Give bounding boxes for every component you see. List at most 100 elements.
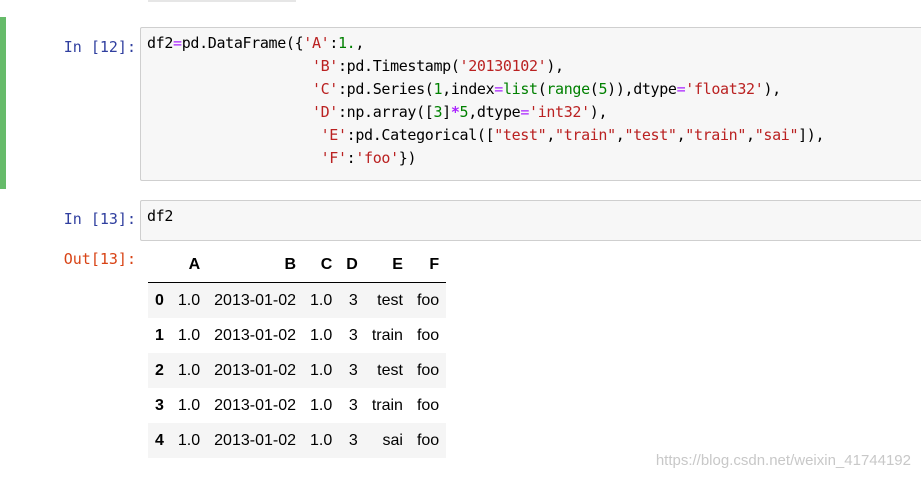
code-token: "train": [555, 126, 616, 144]
table-cell: 3: [348, 431, 358, 449]
table-cell: 3: [348, 326, 358, 344]
table-cell: test: [377, 361, 403, 379]
code-token: df2: [147, 34, 174, 52]
code-token: 1.: [338, 34, 356, 52]
table-cell: 1.0: [310, 431, 333, 449]
table-cell: 3: [348, 396, 358, 414]
code-token: 'D': [311, 103, 338, 121]
code-cell-13[interactable]: In [13]: df2 Out[13]:: [0, 198, 921, 468]
table-cell: foo: [416, 291, 440, 309]
code-cell-12[interactable]: In [12]: df2=pd.DataFrame({'A':1., 'B':p…: [0, 17, 921, 189]
column-header: E: [364, 248, 410, 283]
index-header: [148, 248, 171, 283]
input-prompt-13: In [13]:: [63, 210, 136, 228]
table-cell: sai: [382, 431, 403, 449]
dataframe-header-row: ABCDEF: [148, 248, 447, 283]
code-token: ),: [589, 103, 608, 121]
table-cell: 2013-01-02: [214, 361, 296, 379]
code-token: 'foo': [355, 149, 399, 167]
code-line: df2=pd.DataFrame({'A':1.,: [147, 32, 921, 55]
table-cell: 1.0: [310, 396, 333, 414]
code-token: ,dtype: [468, 103, 521, 121]
code-token: ),: [763, 80, 781, 98]
watermark: https://blog.csdn.net/weixin_41744192: [655, 452, 911, 469]
code-token: 'F': [320, 149, 347, 167]
column-header: A: [170, 248, 208, 283]
previous-cell-edge: [148, 0, 296, 2]
table-cell: 3: [348, 291, 358, 309]
table-cell: test: [377, 291, 403, 309]
code-token: ,: [746, 126, 755, 144]
row-index: 2: [155, 361, 164, 379]
code-line: 'B':pd.Timestamp('20130102'),: [147, 55, 921, 78]
code-token: :: [329, 34, 338, 52]
code-token: :np.array([: [337, 103, 434, 121]
code-text-13[interactable]: df2: [147, 205, 921, 228]
table-cell: 3: [348, 361, 358, 379]
code-token: =: [520, 103, 530, 121]
table-row: 3 1.0 2013-01-02 1.0 3 train foo: [148, 388, 447, 423]
code-line: 'E':pd.Categorical(["test","train","test…: [147, 124, 921, 147]
row-index: 4: [155, 431, 164, 449]
code-token: =: [173, 34, 182, 52]
code-token: ,: [546, 126, 556, 144]
code-token: =: [494, 80, 503, 98]
code-token: df2: [147, 207, 174, 225]
code-token: "test": [494, 126, 547, 144]
code-token: :pd.Timestamp(: [337, 57, 460, 75]
dataframe-output: ABCDEF 0 1.0 2013-01-02 1.0 3 test foo 1 1.0 2013…: [148, 248, 447, 458]
code-token: :pd.Series(: [337, 80, 434, 98]
column-header: C: [303, 248, 340, 283]
row-index: 3: [155, 396, 164, 414]
table-cell: 1.0: [177, 291, 201, 309]
code-token: ),: [546, 57, 564, 75]
table-cell: 1.0: [310, 291, 333, 309]
table-cell: 1.0: [177, 431, 201, 449]
code-line: 'F':'foo'}): [147, 147, 921, 170]
table-cell: foo: [416, 431, 440, 449]
code-token: 5: [459, 103, 469, 121]
table-cell: 2013-01-02: [214, 291, 296, 309]
code-token: }): [398, 149, 417, 167]
table-cell: 1.0: [177, 326, 201, 344]
output-prompt-13: Out[13]:: [63, 250, 136, 268]
code-editor-12[interactable]: df2=pd.DataFrame({'A':1., 'B':pd.Timesta…: [140, 27, 921, 181]
table-row: 0 1.0 2013-01-02 1.0 3 test foo: [148, 282, 447, 318]
column-header: D: [339, 248, 365, 283]
code-token: ,index: [442, 80, 495, 98]
code-line: df2: [147, 205, 921, 228]
table-cell: train: [371, 396, 403, 414]
code-token: )),dtype: [607, 80, 677, 98]
code-token: list: [502, 80, 538, 98]
table-cell: train: [371, 326, 403, 344]
row-index: 1: [155, 326, 164, 344]
table-row: 2 1.0 2013-01-02 1.0 3 test foo: [148, 353, 447, 388]
table-cell: foo: [416, 361, 440, 379]
code-token: 'A': [303, 34, 330, 52]
column-header: F: [409, 248, 447, 283]
code-line: 'C':pd.Series(1,index=list(range(5)),dty…: [147, 78, 921, 101]
code-token: 'C': [311, 80, 338, 98]
code-text-12[interactable]: df2=pd.DataFrame({'A':1., 'B':pd.Timesta…: [147, 32, 921, 170]
code-token: ,: [355, 34, 365, 52]
code-token: ,: [676, 126, 686, 144]
code-token: 5: [598, 80, 608, 98]
column-header: B: [207, 248, 303, 283]
code-editor-13[interactable]: df2: [140, 200, 921, 241]
code-token: 1: [433, 80, 443, 98]
input-prompt-12: In [12]:: [63, 38, 136, 56]
code-token: *: [450, 103, 460, 121]
code-token: 'B': [311, 57, 338, 75]
code-token: range: [546, 80, 590, 98]
code-token: 'E': [320, 126, 347, 144]
code-token: ]),: [798, 126, 825, 144]
table-cell: foo: [416, 326, 440, 344]
code-token: "sai": [754, 126, 799, 144]
code-token: '20130102': [459, 57, 547, 75]
table-cell: 1.0: [310, 326, 333, 344]
